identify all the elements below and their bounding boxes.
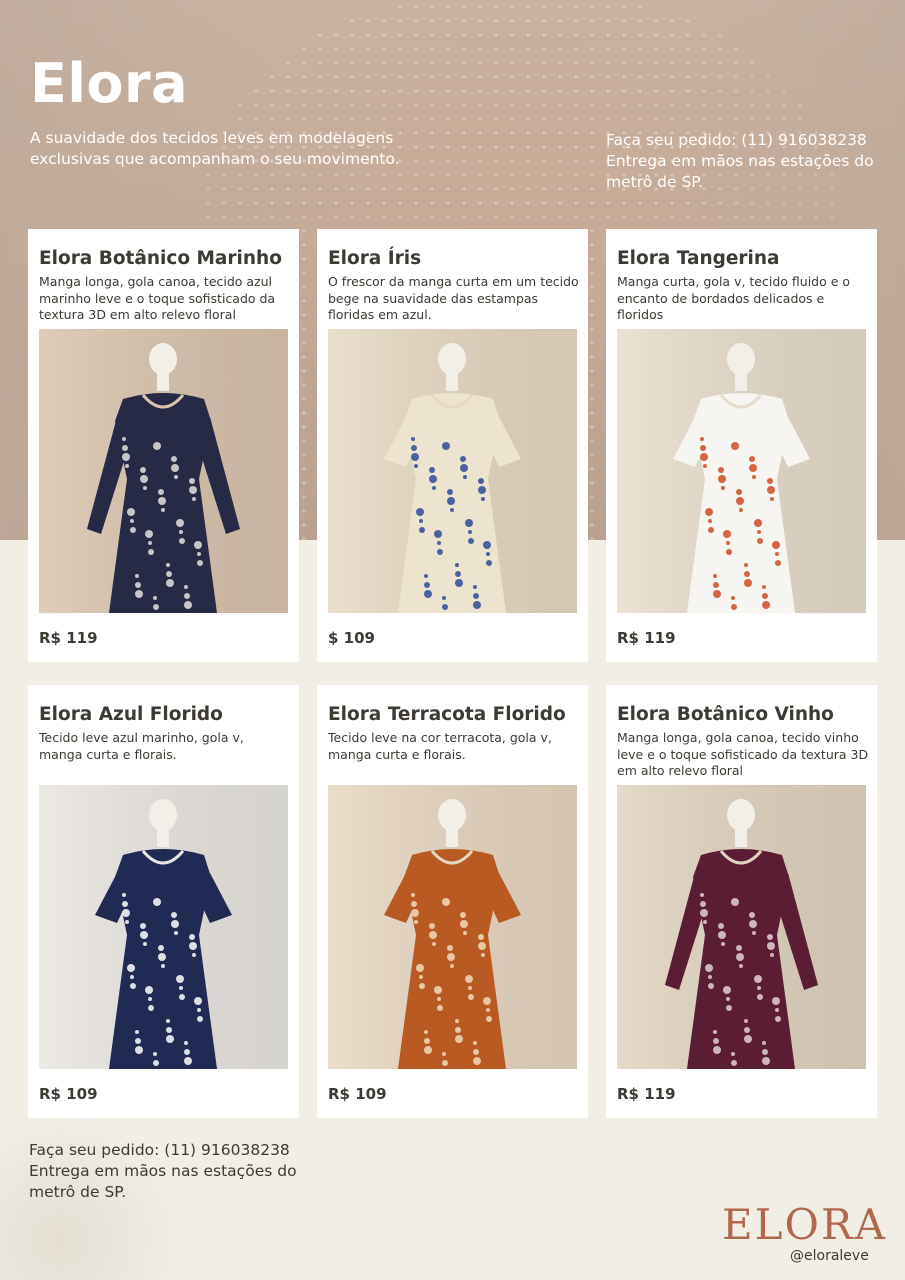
product-description: Tecido leve na cor terracota, gola v, ma… <box>328 730 552 762</box>
dress-illustration <box>39 329 288 613</box>
contact-phone: Faça seu pedido: (11) 916038238 <box>29 1141 290 1159</box>
contact-phone: Faça seu pedido: (11) 916038238 <box>606 131 867 149</box>
brand-logo: ELORA <box>722 1200 885 1250</box>
product-card[interactable]: Elora Terracota Florido Tecido leve na c… <box>317 685 588 1118</box>
product-name: Elora Terracota Florido <box>328 704 566 725</box>
product-price: R$ 119 <box>617 1085 676 1103</box>
product-description: Manga curta, gola v, tecido fluido e o e… <box>617 274 851 322</box>
contact-delivery-location: metrô de SP. <box>606 173 704 191</box>
brand-tagline: A suavidade dos tecidos leves em modelag… <box>30 129 400 168</box>
dress-illustration <box>617 329 866 613</box>
product-price: R$ 119 <box>39 629 98 647</box>
product-price: R$ 109 <box>39 1085 98 1103</box>
dress-illustration <box>328 329 577 613</box>
product-photo[interactable] <box>328 329 577 613</box>
product-name: Elora Íris <box>328 248 422 269</box>
product-price: R$ 109 <box>328 1085 387 1103</box>
product-name: Elora Botânico Marinho <box>39 248 282 269</box>
brand-title: Elora <box>30 52 189 115</box>
contact-delivery-location: metrô de SP. <box>29 1183 127 1201</box>
product-description: O frescor da manga curta em um tecido be… <box>328 274 579 322</box>
product-card[interactable]: Elora Botânico Marinho Manga longa, gola… <box>28 229 299 662</box>
logo-wordmark: ELORA <box>722 1200 887 1249</box>
product-card[interactable]: Elora Botânico Vinho Manga longa, gola c… <box>606 685 877 1118</box>
product-description: Tecido leve azul marinho, gola v, manga … <box>39 730 244 762</box>
product-photo[interactable] <box>617 785 866 1069</box>
dress-illustration <box>39 785 288 1069</box>
product-photo[interactable] <box>39 785 288 1069</box>
product-description: Manga longa, gola canoa, tecido azul mar… <box>39 274 276 322</box>
contact-info-bottom: Faça seu pedido: (11) 916038238 Entrega … <box>29 1140 329 1203</box>
product-photo[interactable] <box>328 785 577 1069</box>
contact-info-top: Faça seu pedido: (11) 916038238 Entrega … <box>606 130 896 193</box>
dress-illustration <box>617 785 866 1069</box>
product-description: Manga longa, gola canoa, tecido vinho le… <box>617 730 869 778</box>
social-handle[interactable]: @eloraleve <box>790 1248 869 1264</box>
product-photo[interactable] <box>39 329 288 613</box>
dress-illustration <box>328 785 577 1069</box>
product-name: Elora Azul Florido <box>39 704 223 725</box>
product-card[interactable]: Elora Íris O frescor da manga curta em u… <box>317 229 588 662</box>
contact-delivery: Entrega em mãos nas estações do <box>29 1162 297 1180</box>
product-photo[interactable] <box>617 329 866 613</box>
product-price: R$ 119 <box>617 629 676 647</box>
contact-delivery: Entrega em mãos nas estações do <box>606 152 874 170</box>
product-name: Elora Botânico Vinho <box>617 704 834 725</box>
product-price: $ 109 <box>328 629 375 647</box>
product-card[interactable]: Elora Tangerina Manga curta, gola v, tec… <box>606 229 877 662</box>
product-card[interactable]: Elora Azul Florido Tecido leve azul mari… <box>28 685 299 1118</box>
product-name: Elora Tangerina <box>617 248 780 269</box>
